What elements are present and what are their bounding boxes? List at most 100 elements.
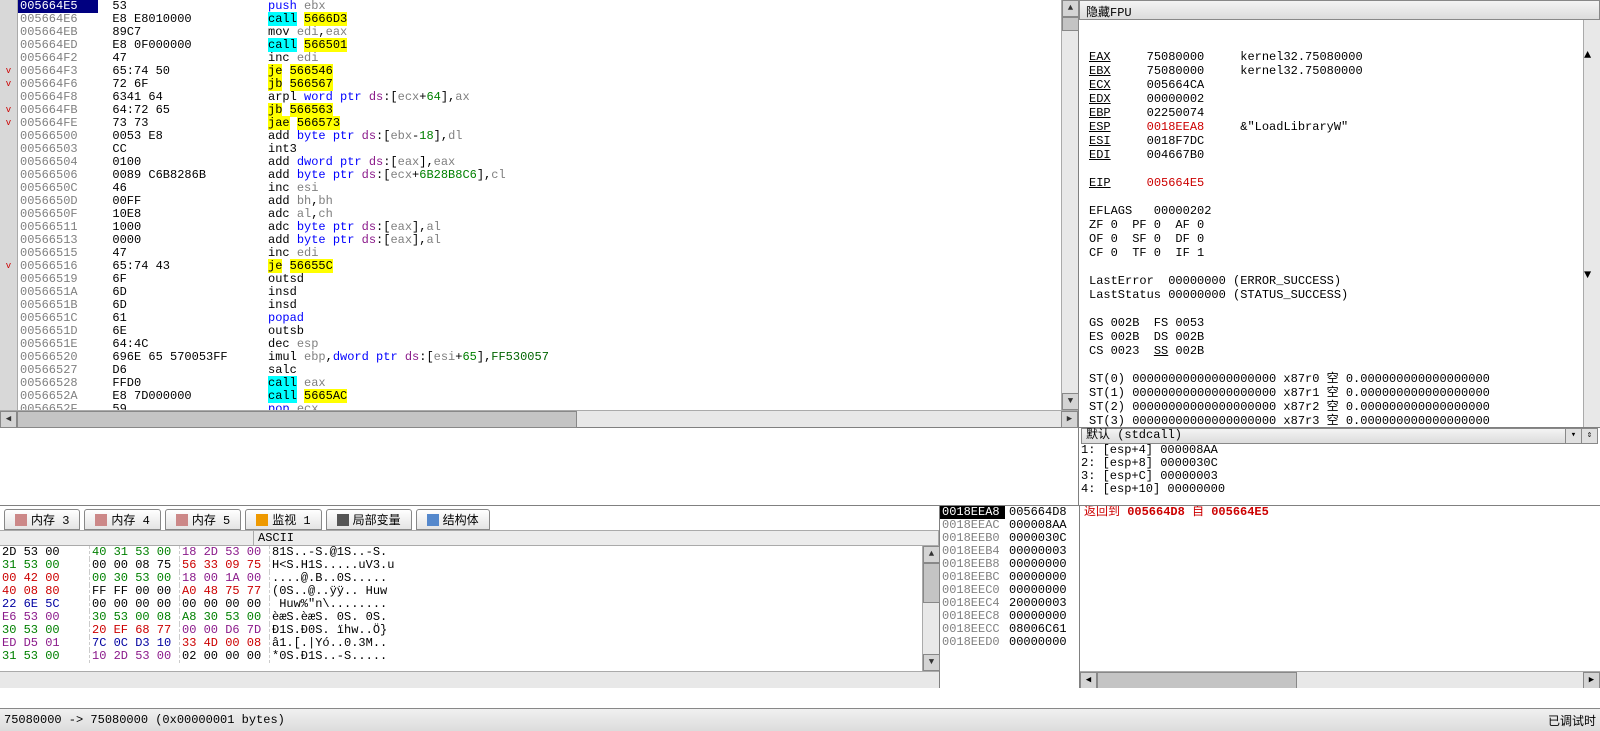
disasm-row[interactable]: 00566520 696E 65 570053FFimul ebp,dword … (0, 351, 1078, 364)
hex-dump[interactable]: 2D 53 0040 31 53 0018 2D 53 0081S..-S.@1… (0, 546, 939, 671)
disasm-row[interactable]: v00566516 65:74 43je 56655C (0, 260, 1078, 273)
dump-row[interactable]: 31 53 0010 2D 53 0002 00 00 00*0S.Ð1S..-… (0, 650, 939, 663)
register-row[interactable]: CS 0023 SS 002B (1089, 344, 1590, 358)
scroll-thumb[interactable] (17, 411, 577, 428)
disasm-row[interactable]: 0056651A 6Dinsd (0, 286, 1078, 299)
disasm-row[interactable]: 00566511 1000adc byte ptr ds:[eax],al (0, 221, 1078, 234)
argument-row[interactable]: 4: [esp+10] 00000000 (1081, 483, 1598, 496)
register-row[interactable]: LastStatus 00000000 (STATUS_SUCCESS) (1089, 288, 1590, 302)
register-row[interactable] (1089, 302, 1590, 316)
register-row[interactable]: EIP 005664E5 (1089, 176, 1590, 190)
register-row[interactable] (1089, 162, 1590, 176)
jump-indicator (0, 13, 18, 26)
register-row[interactable]: ESP 0018EEA8 &"LoadLibraryW" (1089, 120, 1590, 134)
register-row[interactable] (1089, 358, 1590, 372)
tab-结构体[interactable]: 结构体 (416, 509, 490, 530)
regs-vertical-scrollbar[interactable]: ▲ ▼ (1583, 20, 1600, 427)
disasm-row[interactable]: 0056651D 6Eoutsb (0, 325, 1078, 338)
hex-group: 02 00 00 00 (180, 650, 270, 663)
register-row[interactable] (1089, 190, 1590, 204)
tab-监视1[interactable]: 监视 1 (245, 509, 321, 530)
register-row[interactable]: EAX 75080000 kernel32.75080000 (1089, 50, 1590, 64)
disasm-row[interactable]: 00566513 0000add byte ptr ds:[eax],al (0, 234, 1078, 247)
scroll-down-button[interactable]: ▼ (923, 654, 940, 671)
register-row[interactable]: EBP 02250074 (1089, 106, 1590, 120)
disasm-row[interactable]: 00566527 D6salc (0, 364, 1078, 377)
dropdown-button[interactable]: ▾ (1565, 429, 1581, 443)
scroll-up-button[interactable]: ▲ (923, 546, 940, 563)
register-row[interactable]: ST(0) 00000000000000000000 x87r0 空 0.000… (1089, 372, 1590, 386)
register-row[interactable]: CF 0 TF 0 IF 1 (1089, 246, 1590, 260)
dump-vertical-scrollbar[interactable]: ▲ ▼ (922, 546, 939, 671)
register-row[interactable] (1089, 260, 1590, 274)
scroll-down-button[interactable]: ▼ (1584, 268, 1600, 282)
scroll-thumb[interactable] (1097, 672, 1297, 688)
dump-horizontal-scrollbar[interactable] (0, 671, 939, 688)
disasm-row[interactable]: v005664F3 65:74 50je 566546 (0, 65, 1078, 78)
disasm-row[interactable]: 0056650D 00FFadd bh,bh (0, 195, 1078, 208)
register-row[interactable]: EDX 00000002 (1089, 92, 1590, 106)
scroll-left-button[interactable]: ◀ (1080, 672, 1097, 688)
disasm-row[interactable]: 0056651C 61popad (0, 312, 1078, 325)
scroll-left-button[interactable]: ◀ (0, 411, 17, 428)
jump-indicator: v (0, 78, 18, 91)
disasm-row[interactable]: 00566519 6Foutsd (0, 273, 1078, 286)
register-row[interactable]: ZF 0 PF 0 AF 0 (1089, 218, 1590, 232)
disasm-row[interactable]: 00566503 CCint3 (0, 143, 1078, 156)
tab-内存3[interactable]: 内存 3 (4, 509, 80, 530)
tab-内存5[interactable]: 内存 5 (165, 509, 241, 530)
spinner-button[interactable]: ⇕ (1581, 429, 1597, 443)
register-row[interactable]: ESI 0018F7DC (1089, 134, 1590, 148)
disasm-row[interactable]: 0056650C 46inc esi (0, 182, 1078, 195)
register-row[interactable]: OF 0 SF 0 DF 0 (1089, 232, 1590, 246)
register-row[interactable]: ST(3) 00000000000000000000 x87r3 空 0.000… (1089, 414, 1590, 427)
register-row[interactable]: EFLAGS 00000202 (1089, 204, 1590, 218)
disassembly-pane[interactable]: 005664E5 53push ebx005664E6 E8 E8010000c… (0, 0, 1079, 427)
jump-indicator (0, 156, 18, 169)
register-row[interactable]: GS 002B FS 0053 (1089, 316, 1590, 330)
scroll-right-button[interactable]: ▶ (1583, 672, 1600, 688)
register-row[interactable]: ST(1) 00000000000000000000 x87r1 空 0.000… (1089, 386, 1590, 400)
scroll-up-button[interactable]: ▲ (1584, 48, 1600, 62)
calling-convention-dropdown[interactable]: 默认 (stdcall) ▾ ⇕ (1081, 428, 1598, 444)
disasm-row[interactable]: v005664FB 64:72 65jb 566563 (0, 104, 1078, 117)
tab-label: 局部变量 (353, 511, 401, 528)
disasm-row[interactable]: 005664E6 E8 E8010000call 5666D3 (0, 13, 1078, 26)
stack-pane[interactable]: 0018EEA8005664D80018EEAC000008AA0018EEB0… (940, 506, 1080, 688)
disasm-row[interactable]: 0056652F 59pop ecx (0, 403, 1078, 410)
scroll-down-button[interactable]: ▼ (1062, 393, 1079, 410)
comment-horizontal-scrollbar[interactable]: ◀ ▶ (1080, 671, 1600, 688)
tab-局部变量[interactable]: 局部变量 (326, 509, 412, 530)
disassembly-listing[interactable]: 005664E5 53push ebx005664E6 E8 E8010000c… (0, 0, 1078, 410)
disasm-row[interactable]: 00566506 0089 C6B8286Badd byte ptr ds:[e… (0, 169, 1078, 182)
jump-indicator: v (0, 104, 18, 117)
disasm-row[interactable]: 0056651B 6Dinsd (0, 299, 1078, 312)
disasm-row[interactable]: 005664ED E8 0F000000call 566501 (0, 39, 1078, 52)
jump-indicator (0, 403, 18, 410)
disasm-vertical-scrollbar[interactable]: ▲ ▼ (1061, 0, 1078, 410)
jump-indicator: v (0, 65, 18, 78)
register-row[interactable]: ST(2) 00000000000000000000 x87r2 空 0.000… (1089, 400, 1590, 414)
tab-内存4[interactable]: 内存 4 (84, 509, 160, 530)
disasm-horizontal-scrollbar[interactable]: ◀ ▶ (0, 410, 1078, 427)
scroll-thumb[interactable] (1062, 17, 1079, 31)
return-to-label: 返回到 (1084, 506, 1127, 519)
disasm-row[interactable]: 00566500 0053 E8add byte ptr ds:[ebx-18]… (0, 130, 1078, 143)
scroll-thumb[interactable] (1584, 90, 1600, 240)
jump-indicator (0, 325, 18, 338)
stack-row[interactable]: 0018EED000000000 (940, 636, 1079, 649)
register-row[interactable]: ES 002B DS 002B (1089, 330, 1590, 344)
jump-indicator (0, 364, 18, 377)
scroll-right-button[interactable]: ▶ (1061, 411, 1078, 428)
register-row[interactable]: LastError 00000000 (ERROR_SUCCESS) (1089, 274, 1590, 288)
hide-fpu-button[interactable]: 隐藏FPU (1079, 0, 1600, 20)
register-row[interactable]: ECX 005664CA (1089, 78, 1590, 92)
register-row[interactable]: EBX 75080000 kernel32.75080000 (1089, 64, 1590, 78)
scroll-thumb[interactable] (923, 563, 940, 603)
disasm-row[interactable]: 0056652A E8 7D000000call 5665AC (0, 390, 1078, 403)
stack-comment-pane[interactable]: 返回到 005664D8 自 005664E5 ◀ ▶ (1080, 506, 1600, 688)
scroll-up-button[interactable]: ▲ (1062, 0, 1079, 17)
registers-list[interactable]: EAX 75080000 kernel32.75080000EBX 750800… (1079, 20, 1600, 427)
register-row[interactable]: EDI 004667B0 (1089, 148, 1590, 162)
disasm-row[interactable]: 0056650F 10E8adc al,ch (0, 208, 1078, 221)
